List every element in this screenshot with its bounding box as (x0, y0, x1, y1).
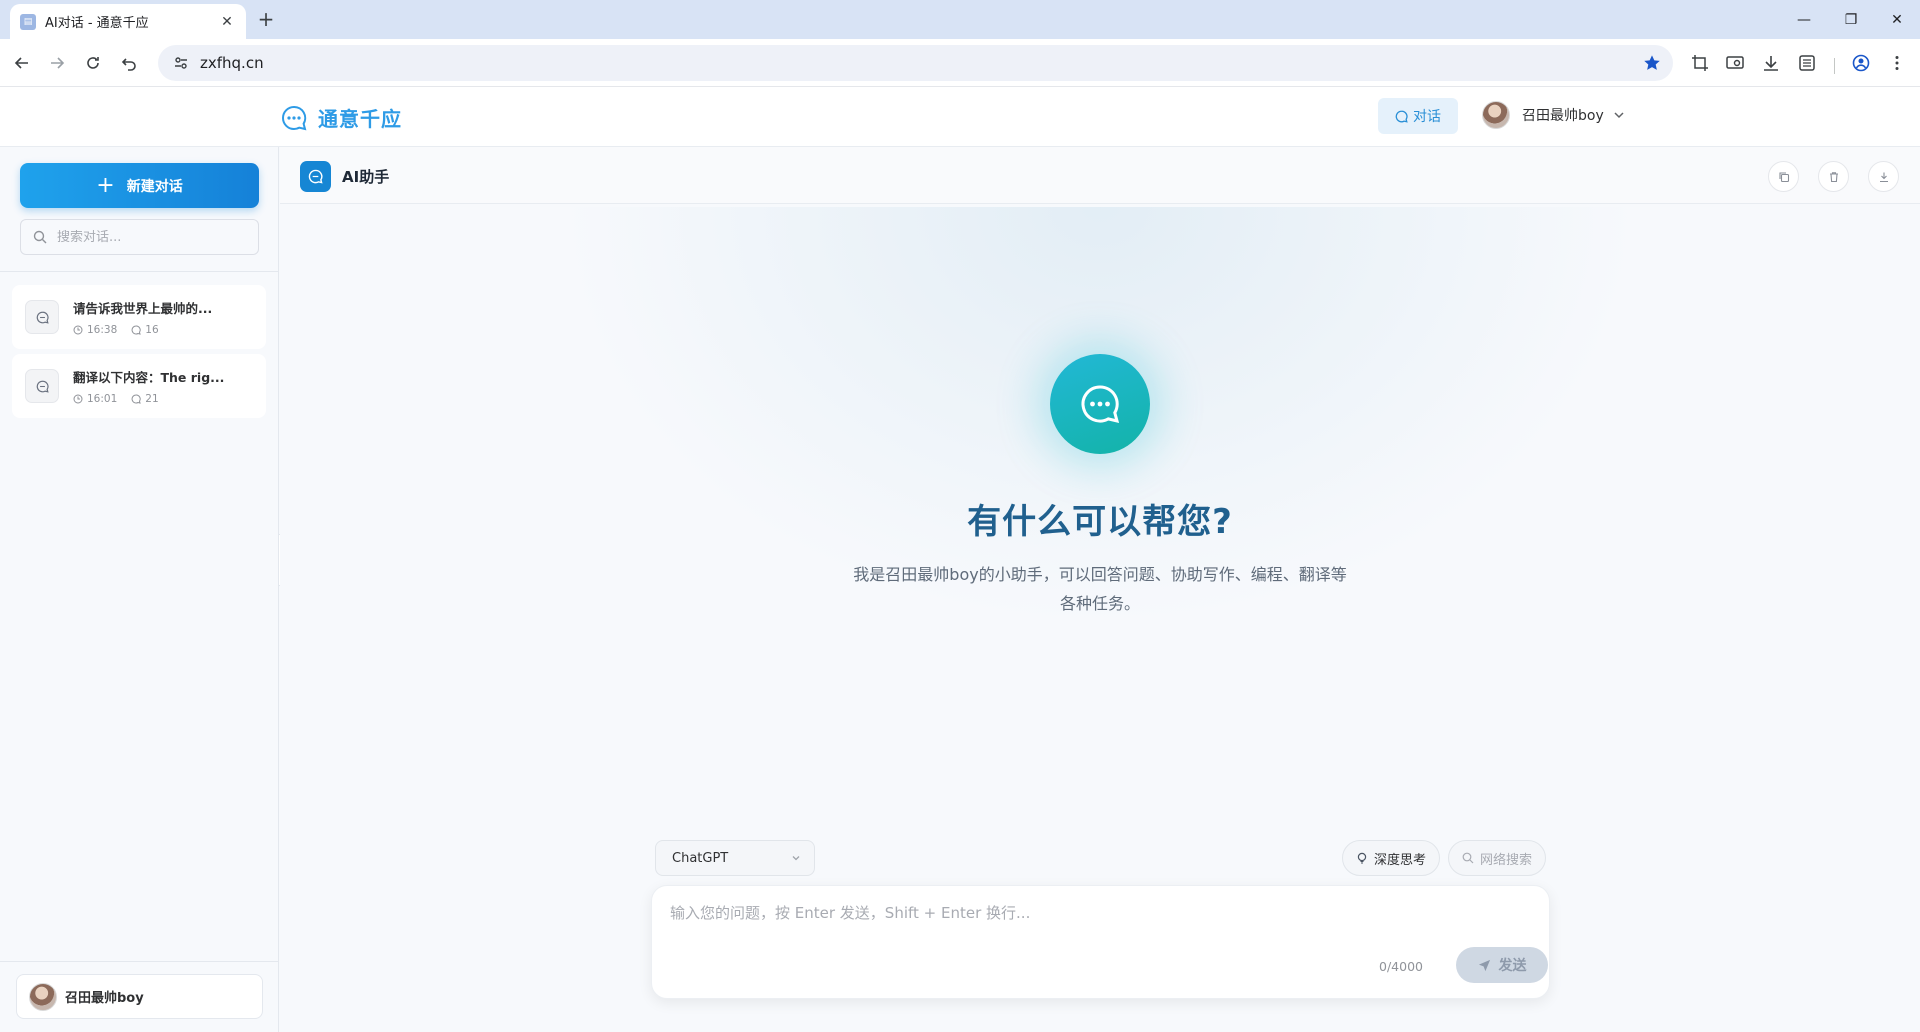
profile-icon[interactable] (1848, 50, 1874, 76)
browser-tab[interactable]: ▤ AI对话 - 通意千应 ✕ (10, 4, 246, 39)
browser-menu-icon[interactable] (1884, 50, 1910, 76)
copy-conversation-button[interactable] (1768, 161, 1799, 192)
sidebar: + 新建对话 请告诉我世界上最帅的... 16:38 16 翻译以下内容：The… (0, 147, 279, 1032)
download-icon (1879, 172, 1888, 182)
new-chat-button[interactable]: + 新建对话 (20, 163, 259, 208)
bookmark-star-icon[interactable] (1637, 48, 1667, 78)
chat-main: AI助手 有什么可以帮您? 我是召田最帅boy的小助手，可以回答问题、协助写作、… (280, 147, 1920, 1032)
avatar (1482, 101, 1510, 129)
model-select-value: ChatGPT (672, 850, 729, 866)
export-conversation-button[interactable] (1868, 161, 1899, 192)
send-icon (1478, 959, 1490, 971)
reading-list-icon[interactable] (1794, 50, 1820, 76)
web-search-toggle[interactable]: 网络搜索 (1448, 840, 1546, 876)
plus-icon: + (96, 172, 115, 198)
header-chat-label: 对话 (1413, 109, 1441, 125)
conversation-time: 16:01 (87, 393, 118, 405)
app-header: 通意千应 对话 召田最帅boy (0, 87, 1920, 147)
chevron-down-icon (792, 856, 800, 861)
chat-bubble-icon (25, 369, 59, 403)
reload-icon[interactable] (80, 50, 106, 76)
trash-icon (1829, 171, 1838, 182)
chevron-down-icon (1614, 112, 1624, 119)
screen-search-icon[interactable] (1722, 50, 1748, 76)
sidebar-user-card[interactable]: 召田最帅boy (16, 974, 263, 1019)
conversation-item[interactable]: 翻译以下内容：The rig... 16:01 21 (12, 354, 266, 418)
site-settings-icon[interactable] (168, 50, 194, 76)
web-search-label: 网络搜索 (1479, 852, 1532, 868)
url-text: zxfhq.cn (200, 54, 264, 72)
undo-icon[interactable] (116, 50, 142, 76)
minimize-icon[interactable]: — (1789, 8, 1819, 32)
chat-bubble-icon (1395, 110, 1408, 123)
conversation-title: 翻译以下内容：The rig... (73, 370, 225, 385)
chat-bubble-icon (25, 300, 59, 334)
back-icon[interactable] (9, 50, 35, 76)
search-icon (33, 230, 47, 244)
download-icon[interactable] (1758, 50, 1784, 76)
send-button[interactable]: 发送 (1456, 947, 1548, 983)
new-tab-icon[interactable]: + (254, 8, 278, 32)
window-close-icon[interactable]: ✕ (1882, 8, 1912, 32)
conversation-item[interactable]: 请告诉我世界上最帅的... 16:38 16 (12, 285, 266, 349)
chat-header: AI助手 (280, 147, 1920, 204)
delete-conversation-button[interactable] (1818, 161, 1849, 192)
hero-chat-icon (1050, 354, 1150, 454)
message-count-icon (131, 325, 141, 335)
restore-icon[interactable]: ❐ (1836, 8, 1866, 32)
browser-tabstrip: ▤ AI对话 - 通意千应 ✕ + — ❐ ✕ (0, 0, 1920, 39)
hero-subtitle: 我是召田最帅boy的小助手，可以回答问题、协助写作、编程、翻译等各种任务。 (853, 565, 1347, 613)
conversation-message-count: 16 (145, 324, 159, 336)
crop-icon[interactable] (1687, 50, 1713, 76)
lightbulb-icon (1357, 852, 1367, 864)
copy-icon (1778, 171, 1789, 182)
header-chat-button[interactable]: 对话 (1378, 98, 1458, 134)
search-input[interactable] (57, 229, 247, 245)
tab-favicon-icon: ▤ (20, 13, 36, 30)
assistant-icon (300, 161, 331, 192)
header-user-menu[interactable]: 召田最帅boy (1482, 101, 1626, 129)
clock-icon (73, 325, 83, 335)
brand-chat-icon (282, 105, 307, 130)
conversation-search (20, 219, 259, 255)
address-bar[interactable]: zxfhq.cn (158, 45, 1673, 81)
char-count: 0/4000 (1379, 959, 1423, 974)
clock-icon (73, 394, 83, 404)
tab-close-icon[interactable]: ✕ (218, 14, 236, 30)
header-user-name: 召田最帅boy (1522, 108, 1604, 124)
deep-think-toggle[interactable]: 深度思考 (1342, 840, 1440, 876)
chat-title: AI助手 (342, 168, 390, 186)
tab-title: AI对话 - 通意千应 (45, 16, 149, 31)
toolbar-divider (1834, 58, 1835, 74)
message-input[interactable] (670, 902, 1530, 942)
browser-toolbar: zxfhq.cn (0, 39, 1920, 87)
conversation-title: 请告诉我世界上最帅的... (73, 301, 213, 316)
forward-icon[interactable] (44, 50, 70, 76)
new-chat-label: 新建对话 (126, 178, 183, 195)
sidebar-divider (0, 271, 279, 272)
hero-title: 有什么可以帮您? (967, 502, 1233, 542)
model-select[interactable]: ChatGPT (655, 840, 815, 876)
sidebar-footer-divider (0, 961, 279, 962)
send-label: 发送 (1498, 958, 1527, 974)
search-icon (1462, 852, 1474, 864)
conversation-time: 16:38 (87, 324, 118, 336)
deep-think-label: 深度思考 (1373, 852, 1426, 868)
sidebar-user-name: 召田最帅boy (65, 991, 144, 1006)
message-count-icon (131, 394, 141, 404)
brand[interactable]: 通意千应 (280, 103, 402, 132)
brand-name: 通意千应 (318, 107, 402, 131)
message-composer: 0/4000 发送 (651, 885, 1550, 999)
conversation-message-count: 21 (145, 393, 159, 405)
avatar (29, 982, 57, 1011)
